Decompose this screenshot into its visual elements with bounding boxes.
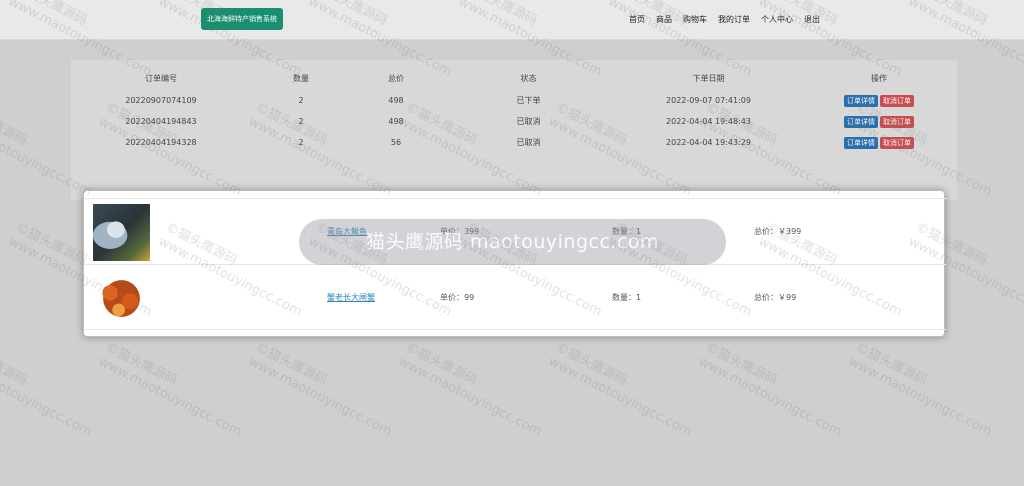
table-row: 20220404194328 2 56 已取消 2022-04-04 19:43… [71,132,957,153]
watermark-tile: ©猫头鹰源码 www.maotouyingcc.com [695,340,845,440]
order-id: 20220907074109 [125,96,197,105]
nav-products[interactable]: 商品 [656,0,672,40]
order-id: 20220404194843 [125,117,197,126]
order-qty: 2 [298,96,304,105]
nav-logout[interactable]: 退出 [804,0,820,40]
top-header: 北海海鲜特产销售系统 首页 商品 购物车 我的订单 个人中心 退出 [0,0,1024,40]
col-total: 总价 [388,73,404,83]
item-unit-price: 单价：99 [440,293,475,302]
table-header-row: 订单编号 数量 总价 状态 下单日期 操作 [71,60,957,90]
order-actions: 订单详情 取消订单 [801,111,957,132]
item-total: 总价：￥399 [754,227,802,236]
order-id: 20220404194328 [125,138,197,147]
cancel-order-button[interactable]: 取消订单 [880,136,914,149]
col-actions: 操作 [871,73,887,83]
nav-my-orders[interactable]: 我的订单 [718,0,750,40]
nav-home[interactable]: 首页 [629,0,645,40]
watermark-tile: ©猫头鹰源码 www.maotouyingcc.com [845,340,995,440]
order-qty: 2 [298,117,304,126]
col-status: 状态 [520,73,537,83]
table-row: 20220907074109 2 498 已下单 2022-09-07 07:4… [71,90,957,111]
watermark-tile: ©猫头鹰源码 www.maotouyingcc.com [545,340,695,440]
nav-cart[interactable]: 购物车 [683,0,707,40]
order-actions: 订单详情 取消订单 [801,90,957,111]
order-detail-button[interactable]: 订单详情 [844,136,878,149]
orders-panel: 订单编号 数量 总价 状态 下单日期 操作 20220907074109 2 4… [71,60,957,200]
table-row: 20220404194843 2 498 已取消 2022-04-04 19:4… [71,111,957,132]
order-date: 2022-04-04 19:48:43 [666,117,751,126]
order-detail-button[interactable]: 订单详情 [844,115,878,128]
product-image-crab [93,270,150,327]
order-status: 已取消 [516,117,541,126]
cancel-order-button[interactable]: 取消订单 [880,115,914,128]
watermark-tile: ©猫头鹰源码 www.maotouyingcc.com [0,340,95,440]
watermark-banner: 猫头鹰源码 maotouyingcc.com [299,219,726,265]
watermark-tile: ©猫头鹰源码 www.maotouyingcc.com [395,340,545,440]
product-image-fish [93,204,150,261]
item-quantity: 数量：1 [612,293,642,302]
watermark-tile: ©猫头鹰源码 www.maotouyingcc.com [95,340,245,440]
order-total: 56 [390,138,402,147]
order-date: 2022-04-04 19:43:29 [666,138,751,147]
watermark-tile: ©猫头鹰源码 www.maotouyingcc.com [245,340,395,440]
order-detail-button[interactable]: 订单详情 [844,94,878,107]
order-status: 已取消 [516,138,541,147]
order-qty: 2 [298,138,304,147]
col-date: 下单日期 [692,73,725,83]
site-logo[interactable]: 北海海鲜特产销售系统 [201,8,283,30]
list-item: 蟹老长大闸蟹 单价：99 数量：1 总价：￥99 [84,264,946,330]
main-nav: 首页 商品 购物车 我的订单 个人中心 退出 [629,0,820,40]
order-status: 已下单 [516,96,541,105]
col-qty: 数量 [293,73,309,83]
orders-table: 订单编号 数量 总价 状态 下单日期 操作 20220907074109 2 4… [71,60,957,153]
order-actions: 订单详情 取消订单 [801,132,957,153]
order-total: 498 [388,96,404,105]
order-total: 498 [388,117,404,126]
item-total: 总价：￥99 [754,293,797,302]
product-name-link[interactable]: 蟹老长大闸蟹 [327,292,375,303]
cancel-order-button[interactable]: 取消订单 [880,94,914,107]
nav-profile[interactable]: 个人中心 [761,0,793,40]
order-date: 2022-09-07 07:41:09 [666,96,751,105]
col-order-id: 订单编号 [145,73,177,83]
